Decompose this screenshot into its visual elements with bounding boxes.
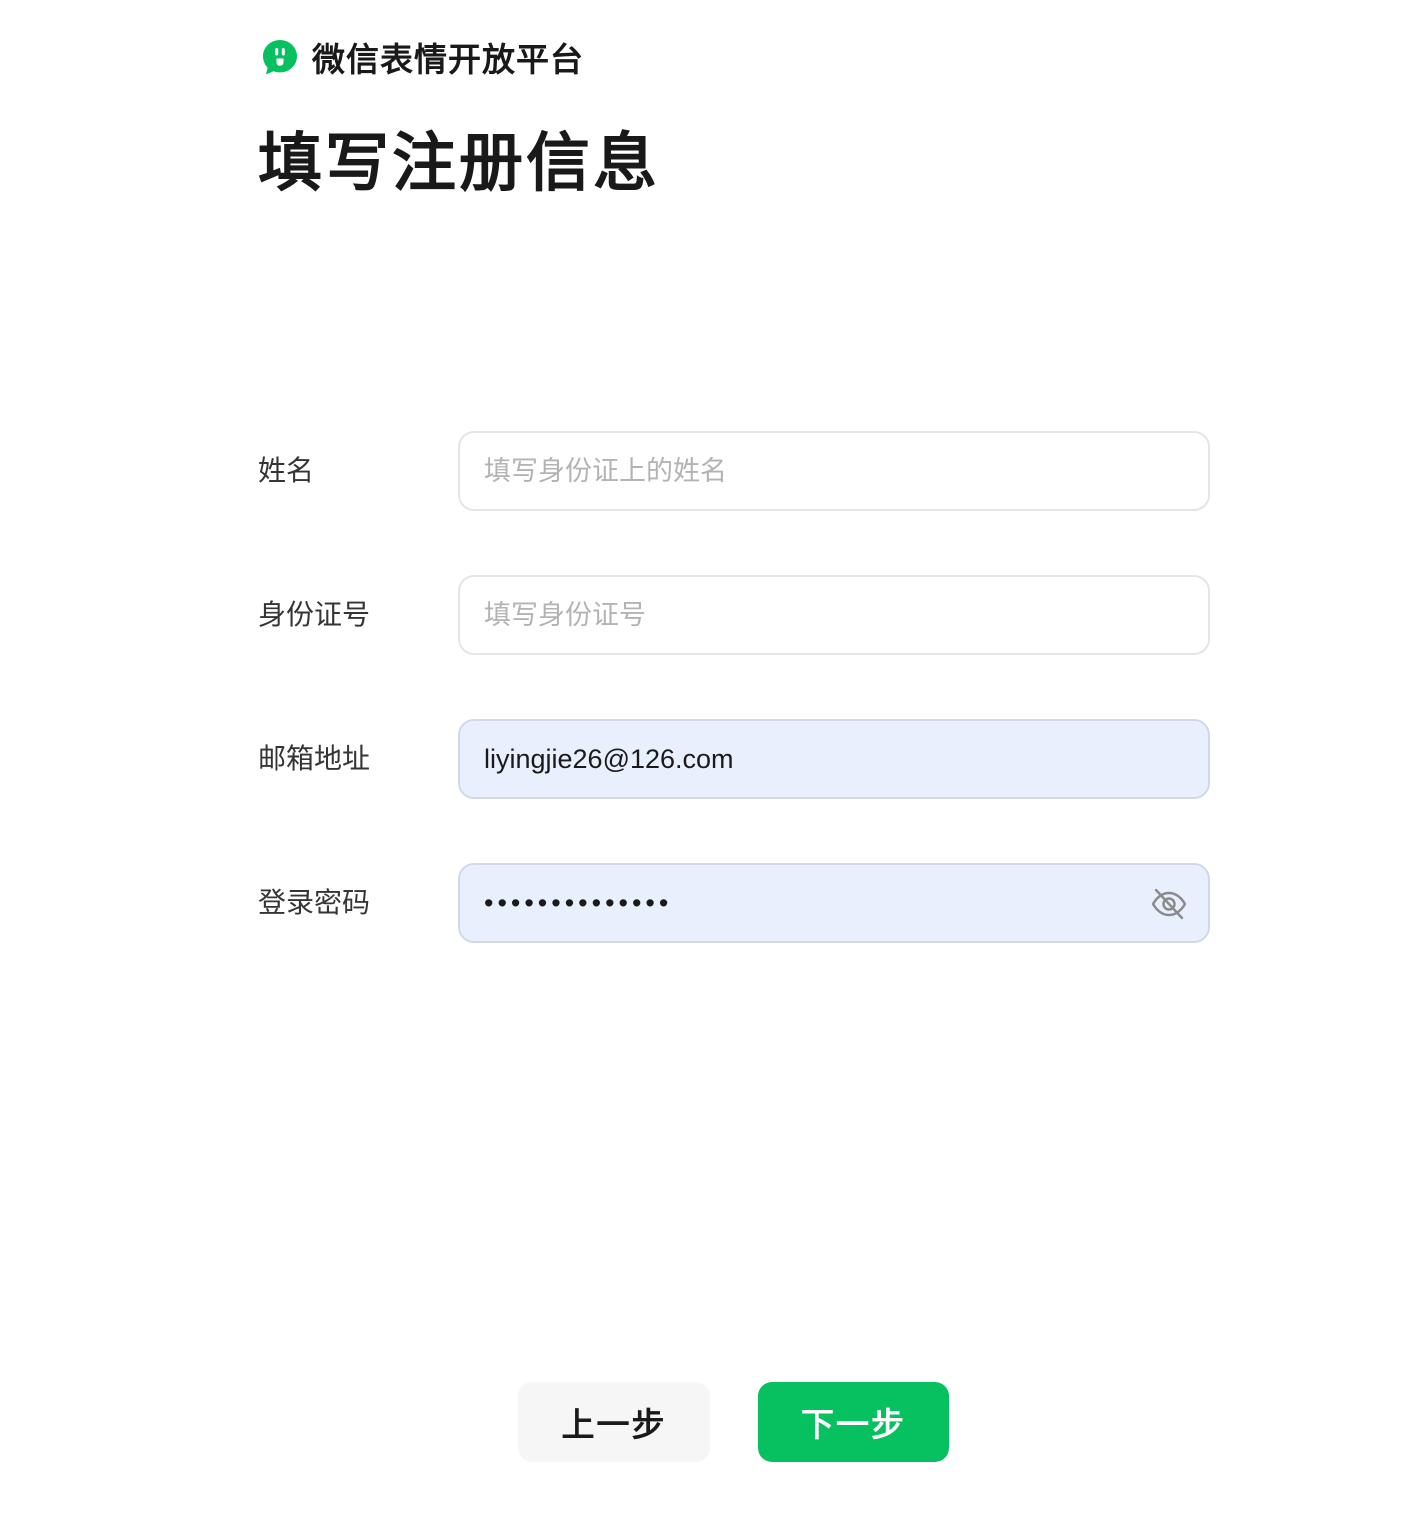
password-field[interactable] [458, 863, 1210, 943]
brand-header: 微信表情开放平台 [260, 36, 584, 79]
email-input[interactable] [484, 721, 1144, 797]
email-field[interactable] [458, 719, 1210, 799]
wechat-emoji-logo-icon [263, 40, 297, 75]
name-input[interactable] [484, 433, 1144, 509]
id-number-label: 身份证号 [258, 598, 371, 631]
brand-name: 微信表情开放平台 [312, 40, 584, 79]
id-number-row: 身份证号 [258, 575, 1210, 655]
id-number-field[interactable] [458, 575, 1210, 655]
eye-off-icon[interactable] [1150, 885, 1188, 923]
name-field[interactable] [458, 431, 1210, 511]
password-input[interactable] [484, 865, 1144, 941]
name-row: 姓名 [258, 431, 1210, 511]
id-number-input[interactable] [484, 577, 1144, 653]
email-label: 邮箱地址 [258, 742, 371, 775]
password-label: 登录密码 [258, 886, 371, 919]
name-label: 姓名 [258, 454, 315, 487]
page-title: 填写注册信息 [258, 127, 660, 201]
next-step-button[interactable]: 下一步 [758, 1382, 949, 1462]
password-row: 登录密码 [258, 863, 1210, 943]
prev-step-button[interactable]: 上一步 [518, 1382, 710, 1462]
email-row: 邮箱地址 [258, 719, 1210, 799]
